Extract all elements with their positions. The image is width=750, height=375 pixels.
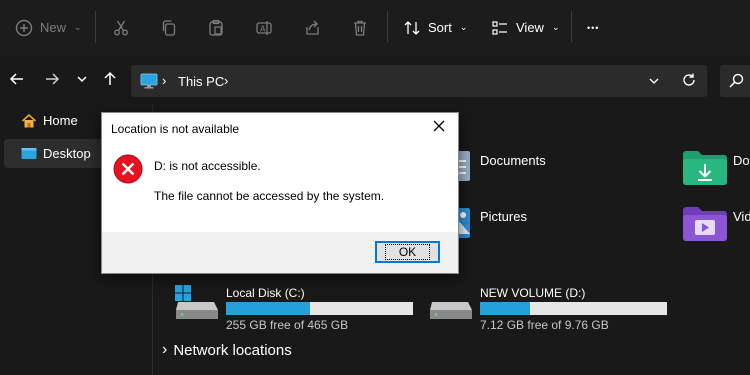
breadcrumb-separator[interactable]: › <box>224 73 228 88</box>
address-bar[interactable]: › This PC › <box>131 65 707 97</box>
toolbar-divider <box>387 11 388 43</box>
drive-name: NEW VOLUME (D:) <box>480 286 586 300</box>
folder-label: Vid <box>733 209 750 224</box>
new-button[interactable]: New ⌄ <box>15 0 82 55</box>
paste-button[interactable] <box>207 0 225 55</box>
forward-button[interactable] <box>41 70 63 92</box>
breadcrumb-separator: › <box>162 73 167 88</box>
group-label: Network locations <box>173 341 292 359</box>
folder-label: Pictures <box>480 209 527 224</box>
error-icon <box>113 154 143 189</box>
ok-label: OK <box>384 244 431 260</box>
up-button[interactable] <box>99 70 121 92</box>
new-label: New <box>40 20 67 35</box>
sort-label: Sort <box>428 20 452 35</box>
command-bar: New ⌄ A Sort ⌄ View ⌄ ••• <box>0 0 750 55</box>
more-options-button[interactable]: ••• <box>587 0 599 55</box>
dialog-title: Location is not available <box>111 122 240 136</box>
sidebar-item-label: Home <box>43 113 78 128</box>
downloads-folder-icon <box>683 150 727 186</box>
copy-button[interactable] <box>160 0 178 55</box>
folder-label: Documents <box>480 153 546 168</box>
chevron-down-icon: ⌄ <box>551 22 560 32</box>
dialog-footer: OK <box>102 232 458 273</box>
drive-usage-fill <box>480 302 531 315</box>
toolbar-divider <box>571 11 572 43</box>
error-dialog: Location is not available D: is not acce… <box>101 112 459 274</box>
search-icon <box>728 73 744 94</box>
share-button[interactable] <box>303 0 321 55</box>
drive-usage-bar <box>480 302 667 315</box>
close-icon <box>433 119 445 137</box>
desktop-folder-icon <box>21 147 37 161</box>
cut-button[interactable] <box>112 0 130 55</box>
recent-locations-button[interactable] <box>71 70 93 92</box>
ok-button[interactable]: OK <box>375 241 440 263</box>
back-button[interactable] <box>6 70 28 92</box>
view-label: View <box>516 20 544 35</box>
arrow-up-icon <box>102 71 118 92</box>
arrow-right-icon <box>44 71 60 92</box>
close-button[interactable] <box>426 117 452 139</box>
videos-folder-icon <box>683 206 727 242</box>
sidebar-item-label: Desktop <box>43 146 91 161</box>
hard-drive-icon <box>428 283 474 328</box>
drive-usage-bar <box>226 302 413 315</box>
dialog-detail: The file cannot be accessed by the syste… <box>154 189 385 203</box>
trash-icon <box>351 19 369 37</box>
windows-drive-icon <box>174 283 220 328</box>
plus-circle-icon <box>15 19 33 37</box>
sort-button[interactable]: Sort ⌄ <box>403 0 467 55</box>
share-icon <box>303 19 321 37</box>
rename-button[interactable]: A <box>255 0 273 55</box>
dialog-message: D: is not accessible. <box>154 159 261 173</box>
drive-name: Local Disk (C:) <box>226 286 305 300</box>
folder-label: Dov <box>733 153 750 168</box>
refresh-icon[interactable] <box>681 72 697 93</box>
drive-usage-fill <box>226 302 311 315</box>
drive-free-space: 7.12 GB free of 9.76 GB <box>480 318 609 332</box>
home-icon <box>21 113 37 129</box>
delete-button[interactable] <box>351 0 369 55</box>
view-list-icon <box>491 19 509 37</box>
clipboard-icon <box>207 19 225 37</box>
copy-icon <box>160 19 178 37</box>
scissors-icon <box>112 19 130 37</box>
arrow-left-icon <box>9 71 25 92</box>
chevron-down-icon <box>76 72 88 90</box>
search-box[interactable] <box>720 65 750 97</box>
address-dropdown-icon[interactable] <box>648 74 660 92</box>
chevron-right-icon: › <box>162 341 168 358</box>
network-locations-group[interactable]: › Network locations <box>162 341 292 359</box>
more-dots-icon: ••• <box>587 22 600 33</box>
rename-icon: A <box>255 19 273 37</box>
monitor-icon <box>140 73 158 94</box>
drive-free-space: 255 GB free of 465 GB <box>226 318 349 332</box>
chevron-down-icon: ⌄ <box>459 22 468 32</box>
sort-arrows-icon <box>403 19 421 37</box>
folder-videos[interactable]: Vid <box>683 206 750 242</box>
folder-downloads[interactable]: Dov <box>683 150 750 186</box>
toolbar-divider <box>95 11 96 43</box>
svg-text:A: A <box>260 24 266 33</box>
view-button[interactable]: View ⌄ <box>491 0 560 55</box>
breadcrumb-this-pc[interactable]: This PC <box>178 74 224 89</box>
chevron-down-icon: ⌄ <box>74 22 82 32</box>
